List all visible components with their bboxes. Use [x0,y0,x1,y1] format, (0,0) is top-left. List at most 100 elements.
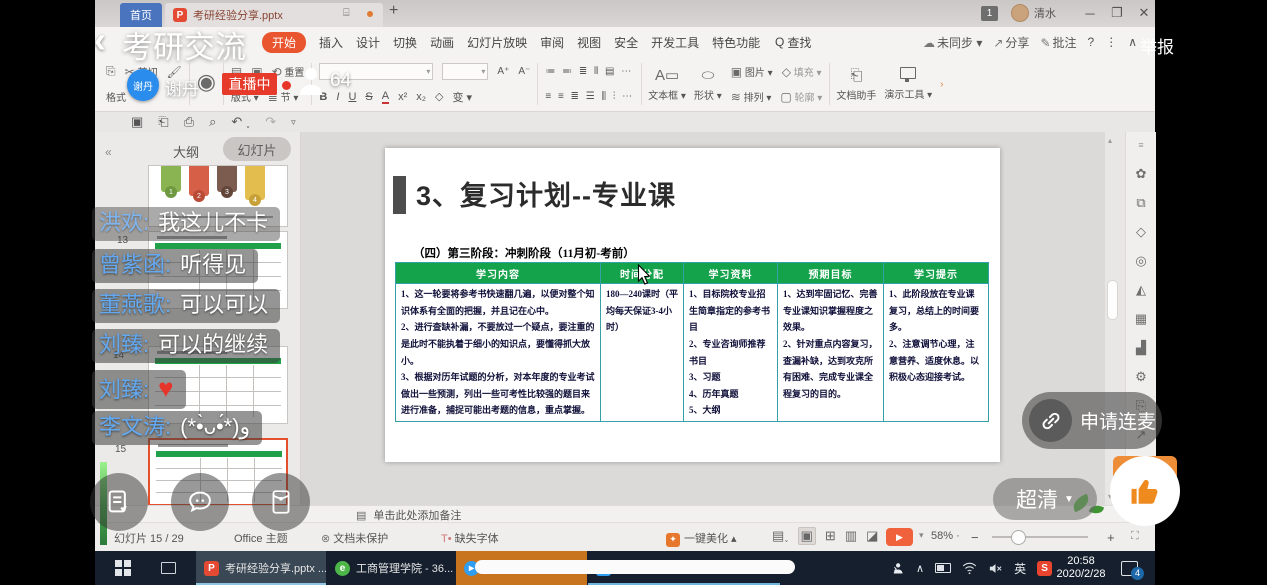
view-sorter-icon[interactable]: ⊞ [825,528,836,544]
fill-button[interactable]: ◇ 填充 ▾ [782,64,822,79]
table-tool-icon[interactable]: ▦ [1126,311,1156,327]
paste-icon[interactable]: ⎘ [106,64,116,79]
chat-button[interactable] [171,473,229,531]
smartart-icon[interactable]: ◭ [1126,282,1156,298]
ribbon-tab-design[interactable]: 设计 [356,34,380,51]
view-normal-icon[interactable]: ▣ [798,527,816,545]
seal-icon[interactable]: ◎ [1126,253,1156,269]
ribbon-tab-transition[interactable]: 切换 [393,34,417,51]
play-options-icon[interactable]: ▾ [919,530,924,541]
ribbon-tab-features[interactable]: 特色功能 [712,34,760,51]
text-effect-button[interactable]: 变 ▾ [453,89,473,105]
underline-button[interactable]: U [348,91,356,103]
battery-icon[interactable] [935,563,951,573]
find-button[interactable]: Q 查找 [775,27,811,57]
shape-button[interactable]: ⬭ 形状 ▾ [690,60,726,108]
play-from-start-icon[interactable]: ◉ [197,69,216,95]
fit-window-icon[interactable]: ⛶ [1131,530,1139,543]
undo-icon[interactable]: ↶ ˯ [231,114,250,130]
sync-status[interactable]: ☁未同步 ▾ [923,34,982,51]
request-mic-button[interactable]: 申请连麦 [1022,392,1162,449]
format-painter-label[interactable]: 格式 [106,89,126,104]
subscript-icon[interactable]: x₂ [416,91,426,103]
comment-button[interactable]: ✎批注 [1040,34,1076,51]
host-avatar[interactable]: 谢丹 [127,69,159,101]
new-tab-button[interactable]: + [389,2,398,20]
effects-icon[interactable]: ✿ [1126,166,1156,182]
tray-expand-icon[interactable]: ∧ [916,562,924,575]
zoom-slider-knob[interactable] [1011,530,1026,545]
align-icons[interactable]: ≡ ≡ ≣ ☰ ⫼ ⫶ ⋯ [545,91,634,102]
red-packet-button[interactable] [252,473,310,531]
italic-button[interactable]: I [336,91,339,103]
back-button[interactable]: ‹ [94,22,106,58]
arrange-button[interactable]: ≋ 排列 ▾ [731,89,772,104]
taskbar-app-wps[interactable]: P 考研经验分享.pptx ... [196,551,326,585]
collab-count-badge[interactable]: 1 [981,6,998,21]
ribbon-tab-slideshow[interactable]: 幻灯片放映 [467,34,527,51]
export-icon[interactable]: ⎗ [158,114,168,130]
bullet-list-icons[interactable]: ≔ ≕ ≣ ⫴ ▤ ⋯ [545,66,633,77]
start-button[interactable] [107,551,139,585]
quality-selector[interactable]: 超清 ▼ [993,478,1097,520]
font-size-select[interactable]: ▾ [442,63,488,80]
ime-indicator[interactable]: 英 [1014,560,1026,577]
font-color-icon[interactable]: A [382,90,389,104]
grow-font-icon[interactable]: A⁺ [497,66,509,77]
present-tools-button[interactable]: 演示工具 ▾ [880,60,936,108]
zoom-level[interactable]: 58% · [931,530,960,542]
collapse-ribbon-icon[interactable]: ∧ [1128,35,1137,49]
protect-status[interactable]: ⊗文档未保护 [321,530,388,546]
strike-button[interactable]: S [365,91,372,103]
ribbon-tab-start[interactable]: 开始 [262,32,306,53]
settings-sliders-icon[interactable]: ⚙ [1126,369,1156,385]
beautify-button[interactable]: ✦一键美化 ▴ [666,530,737,547]
help-icon[interactable]: ? [1088,35,1095,49]
people-tray-icon[interactable] [890,561,905,576]
picture-button[interactable]: ▣ 图片 ▾ [731,64,773,79]
like-button[interactable] [1110,456,1180,526]
print-preview-icon[interactable]: ⌕ [209,114,216,130]
superscript-icon[interactable]: x² [398,91,407,103]
vertical-scrollbar[interactable] [1107,280,1118,320]
more-icon[interactable]: ⋮ [1105,35,1117,49]
ribbon-tab-insert[interactable]: 插入 [319,34,343,51]
ribbon-tab-devtools[interactable]: 开发工具 [651,34,699,51]
chart-tool-icon[interactable]: ▟ [1126,340,1156,356]
customize-toolbar-icon[interactable]: ▿ [291,117,296,128]
outline-button[interactable]: ▢ 轮廓 ▾ [780,89,822,104]
taskbar-app-browser[interactable]: e 工商管理学院 - 36... [327,551,455,585]
strip-handle-icon[interactable]: ≡ [1126,140,1156,150]
tab-outline[interactable]: 大纲 [173,142,199,161]
ribbon-tab-review[interactable]: 审阅 [540,34,564,51]
zoom-in-icon[interactable]: + [1107,530,1115,545]
panel-collapse-icon[interactable]: « [105,145,112,159]
notification-area[interactable]: 4 [1121,551,1138,585]
ribbon-expand-icon[interactable]: › [940,79,943,90]
taskbar-clock[interactable]: 20:58 2020/2/28 [1043,555,1119,581]
speaker-muted-icon[interactable] [988,562,1003,575]
account-chip[interactable]: 清水 [1011,4,1056,22]
save-icon[interactable]: ▣ [131,114,143,130]
zoom-slider-track[interactable] [992,536,1088,538]
shapes-panel-icon[interactable]: ◇ [1126,224,1156,240]
tab-slides[interactable]: 幻灯片 [223,137,291,161]
present-mode-icon[interactable]: ⌸ [343,7,350,20]
theme-name[interactable]: Office 主题 [234,530,288,546]
minimize-button[interactable]: ─ [1077,0,1103,26]
share-button[interactable]: ↗分享 [993,34,1029,51]
view-special-icon[interactable]: ◪ [866,528,878,544]
shrink-font-icon[interactable]: A⁻ [518,66,530,77]
zoom-out-icon[interactable]: − [971,530,979,545]
scroll-up-icon[interactable]: ▴ [1108,136,1112,145]
restore-button[interactable]: ❐ [1104,0,1130,26]
doc-assistant-button[interactable]: ⎗ 文档助手 [832,60,880,108]
wifi-icon[interactable] [962,562,977,575]
view-notes-icon[interactable]: ▤˯ [772,528,789,544]
ribbon-tab-animation[interactable]: 动画 [430,34,454,51]
clear-format-icon[interactable]: ◇ [435,90,443,103]
transition-icon[interactable]: ⧉ [1126,195,1156,211]
redo-icon[interactable]: ↷ [265,114,276,130]
task-view-button[interactable] [153,551,184,585]
missing-font-status[interactable]: T•缺失字体 [441,530,499,546]
